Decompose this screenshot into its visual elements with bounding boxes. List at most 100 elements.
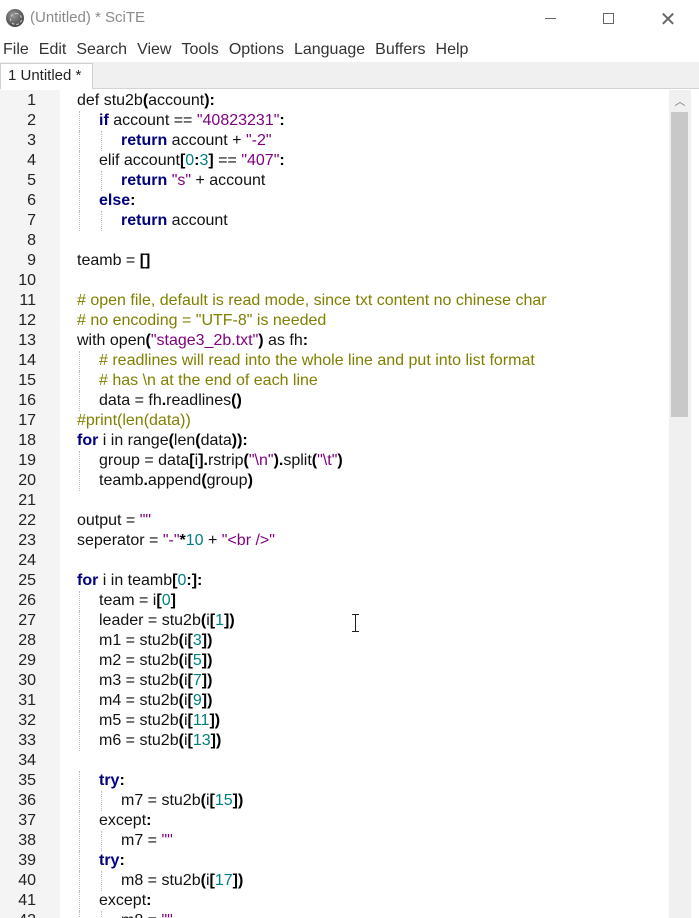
- indent-guide: [79, 691, 80, 711]
- code-token: def stu2b: [77, 92, 143, 109]
- menu-view[interactable]: View: [134, 37, 178, 62]
- code-line[interactable]: data = fh.readlines(): [99, 391, 242, 411]
- code-line[interactable]: except:: [99, 891, 151, 911]
- code-token: []: [139, 252, 151, 269]
- code-line[interactable]: m7 = "": [121, 831, 173, 851]
- vertical-scrollbar[interactable]: ︿: [669, 90, 691, 918]
- code-line[interactable]: m7 = stu2b(i[15]): [121, 791, 243, 811]
- line-number: 16: [18, 392, 36, 409]
- indent-guide: [101, 131, 102, 151]
- code-token: ): [337, 452, 343, 469]
- indent-guide: [79, 111, 80, 131]
- scrollbar-thumb[interactable]: [671, 112, 688, 417]
- code-line[interactable]: leader = stu2b(i[1]): [99, 611, 235, 631]
- maximize-button[interactable]: [578, 0, 638, 37]
- line-number: 39: [18, 852, 36, 869]
- indent-guide: [79, 871, 80, 891]
- code-token: :: [302, 332, 309, 349]
- code-line[interactable]: def stu2b(account):: [77, 91, 215, 111]
- code-line[interactable]: m2 = stu2b(i[5]): [99, 651, 212, 671]
- menu-tools[interactable]: Tools: [178, 37, 225, 62]
- code-line[interactable]: group = data[i].rstrip("\n").split("\t"): [99, 451, 343, 471]
- code-line[interactable]: try:: [99, 771, 125, 791]
- line-number: 24: [18, 552, 36, 569]
- code-token: ]): [232, 792, 244, 809]
- menu-options[interactable]: Options: [226, 37, 291, 62]
- menu-file[interactable]: File: [0, 37, 36, 62]
- menu-search[interactable]: Search: [73, 37, 134, 62]
- code-line[interactable]: return account: [121, 211, 228, 231]
- minimize-icon: [544, 18, 556, 19]
- line-number-margin: 1 2 3 4 5 6 7 8 9 10 11 12 13 14 15 16 17 18 19 20 21 22 23 24 2…: [0, 90, 60, 918]
- indent-guide: [79, 771, 80, 791]
- code-line[interactable]: return account + "-2": [121, 131, 272, 151]
- menu-edit[interactable]: Edit: [36, 37, 74, 62]
- code-line[interactable]: m4 = stu2b(i[9]): [99, 691, 212, 711]
- code-token: m4 = stu2b: [99, 692, 179, 709]
- menu-language[interactable]: Language: [291, 37, 372, 62]
- code-line[interactable]: if account == "40823231":: [99, 111, 285, 131]
- code-line[interactable]: #print(len(data)): [77, 411, 191, 431]
- line-number: 18: [18, 432, 36, 449]
- menu-help[interactable]: Help: [433, 37, 476, 62]
- code-line[interactable]: else:: [99, 191, 135, 211]
- line-number: 9: [27, 252, 36, 269]
- code-token: m8 = stu2b: [121, 872, 201, 889]
- code-token: "-2": [245, 132, 272, 149]
- code-line[interactable]: team = i[0]: [99, 591, 176, 611]
- code-line[interactable]: m1 = stu2b(i[3]): [99, 631, 212, 651]
- code-token: ].: [198, 452, 208, 469]
- code-line[interactable]: try:: [99, 851, 125, 871]
- code-line[interactable]: teamb.append(group): [99, 471, 253, 491]
- code-token: "\t": [317, 452, 338, 469]
- code-token: ]): [201, 692, 213, 709]
- code-line[interactable]: elif account[0:3] == "407":: [99, 151, 285, 171]
- line-number: 29: [18, 652, 36, 669]
- code-line[interactable]: for i in range(len(data)):: [77, 431, 248, 451]
- code-line[interactable]: # open file, default is read mode, since…: [77, 291, 547, 311]
- code-token: return: [121, 132, 168, 149]
- code-line[interactable]: with open("stage3_2b.txt") as fh:: [77, 331, 308, 351]
- code-token: :: [146, 812, 152, 829]
- code-line[interactable]: except:: [99, 811, 151, 831]
- tab-untitled[interactable]: 1 Untitled *: [0, 63, 93, 89]
- code-token: "": [161, 912, 172, 918]
- scroll-up-button[interactable]: ︿: [669, 90, 691, 112]
- code-token: rstrip: [207, 452, 244, 469]
- code-line[interactable]: # no encoding = "UTF-8" is needed: [77, 311, 326, 331]
- line-number: 30: [18, 672, 36, 689]
- code-token: :: [119, 772, 125, 789]
- code-token: (): [231, 392, 242, 409]
- code-token: teamb: [99, 472, 144, 489]
- code-editor[interactable]: 1 2 3 4 5 6 7 8 9 10 11 12 13 14 15 16 17 18 19 20 21 22 23 24 2…: [0, 90, 669, 918]
- code-token: try: [99, 852, 120, 869]
- line-number: 42: [0, 911, 36, 918]
- code-line[interactable]: teamb = []: [77, 251, 150, 271]
- indent-guide: [79, 471, 80, 491]
- code-line[interactable]: # has \n at the end of each line: [99, 371, 318, 391]
- code-line[interactable]: output = "": [77, 511, 151, 531]
- close-button[interactable]: ✕: [638, 0, 698, 37]
- code-token: account ==: [108, 112, 197, 129]
- line-number: 22: [18, 512, 36, 529]
- code-token: split: [283, 452, 312, 469]
- minimize-button[interactable]: [520, 0, 580, 37]
- code-line[interactable]: return "s" + account: [121, 171, 265, 191]
- code-line[interactable]: m8 = stu2b(i[17]): [121, 871, 243, 891]
- code-line[interactable]: m8 = "": [121, 911, 173, 918]
- code-token: :: [242, 432, 248, 449]
- line-number: 21: [18, 492, 36, 509]
- code-token: m1 = stu2b: [99, 632, 179, 649]
- code-token: 5: [192, 652, 202, 669]
- text-cursor-icon: [351, 614, 361, 632]
- menu-buffers[interactable]: Buffers: [372, 37, 432, 62]
- code-line[interactable]: seperator = "-"*10 + "<br />": [77, 531, 275, 551]
- code-line[interactable]: m6 = stu2b(i[13]): [99, 731, 221, 751]
- code-token: seperator =: [77, 532, 163, 549]
- code-line[interactable]: for i in teamb[0:]:: [77, 571, 202, 591]
- code-token: account +: [167, 132, 246, 149]
- code-line[interactable]: # readlines will read into the whole lin…: [99, 351, 535, 371]
- code-token: account: [148, 92, 205, 109]
- code-line[interactable]: m3 = stu2b(i[7]): [99, 671, 212, 691]
- code-line[interactable]: m5 = stu2b(i[11]): [99, 711, 220, 731]
